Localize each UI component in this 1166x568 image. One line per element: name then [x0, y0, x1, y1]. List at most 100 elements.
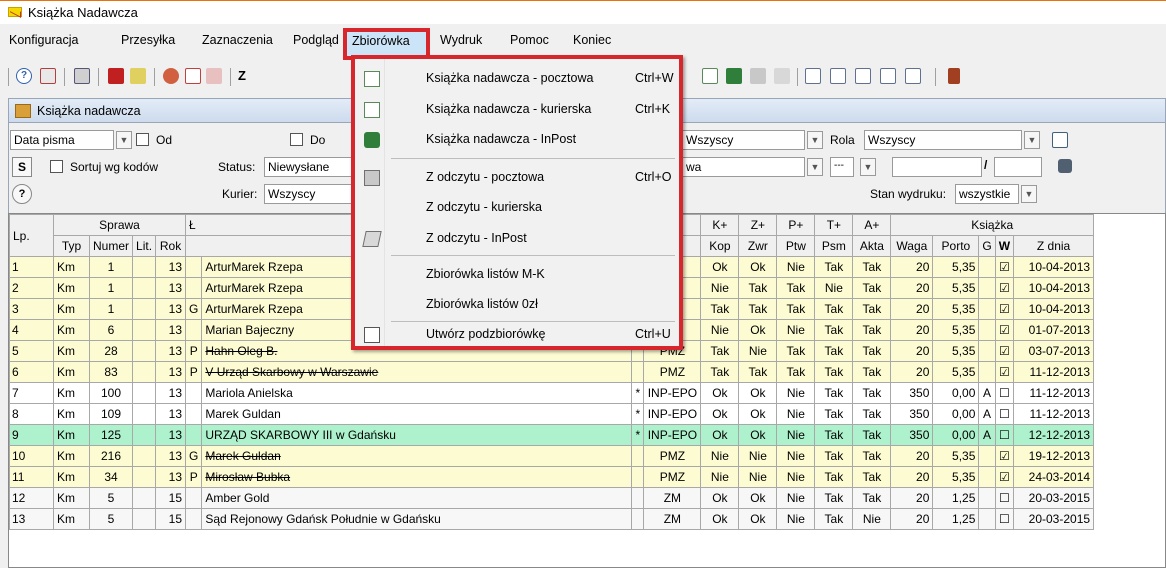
menu-item-zbiorowka-0zl[interactable]: Zbiorówka listów 0zł: [355, 290, 679, 320]
tools-icon[interactable]: [74, 68, 90, 84]
filter-icon[interactable]: [1052, 132, 1068, 148]
menu-item-ksiazka-pocztowa[interactable]: Książka nadawcza - pocztowa Ctrl+W: [355, 64, 679, 94]
menu-item-ksiazka-kurierska[interactable]: Książka nadawcza - kurierska Ctrl+K: [355, 95, 679, 125]
header-zwr[interactable]: Zwr: [738, 235, 778, 257]
scan-icon[interactable]: [750, 68, 766, 84]
cell-w[interactable]: ☑: [994, 340, 1015, 362]
book-list-icon[interactable]: [805, 68, 821, 84]
header-lit[interactable]: Lit.: [132, 235, 157, 257]
menu-wydruk[interactable]: Wydruk: [440, 33, 482, 47]
status-select[interactable]: Niewysłane: [264, 157, 354, 177]
header-kop[interactable]: Kop: [700, 235, 740, 257]
header-zplus[interactable]: Z+: [738, 214, 778, 236]
date-type-select[interactable]: Data pisma: [10, 130, 114, 150]
header-ksiazka[interactable]: Książka: [890, 214, 1095, 236]
header-w[interactable]: W: [994, 235, 1015, 257]
sort-z-icon[interactable]: Z: [238, 68, 254, 84]
table-row[interactable]: 12 Km 5 15 Amber Gold ZM Ok Ok Nie Tak Tak 20 1,25 ☐ 2…: [9, 487, 1095, 509]
chevron-down-icon[interactable]: ▼: [860, 158, 876, 176]
wa-select[interactable]: wa: [683, 157, 805, 177]
cell-w[interactable]: ☑: [994, 445, 1015, 467]
cell-w[interactable]: ☐: [994, 403, 1015, 425]
chevron-down-icon[interactable]: ▼: [1024, 131, 1040, 149]
cell-w[interactable]: ☐: [994, 382, 1015, 404]
import-icon[interactable]: [108, 68, 124, 84]
inpost-icon[interactable]: [726, 68, 742, 84]
cell-w[interactable]: ☑: [994, 298, 1015, 320]
globe-icon[interactable]: [163, 68, 179, 84]
hand-icon[interactable]: [130, 68, 146, 84]
help-button[interactable]: ?: [12, 184, 32, 204]
s-button[interactable]: S: [12, 157, 32, 177]
header-g[interactable]: G: [978, 235, 996, 257]
header-tplus[interactable]: T+: [814, 214, 854, 236]
table-row[interactable]: 6 Km 83 13 P V Urząd Skarbowy w Warszawie PMZ T…: [9, 361, 1095, 383]
cell-w[interactable]: ☑: [994, 466, 1015, 488]
chevron-down-icon[interactable]: ▼: [807, 158, 823, 176]
book-list-icon[interactable]: [905, 68, 921, 84]
cell-w[interactable]: ☑: [994, 319, 1015, 341]
book-list-icon[interactable]: [855, 68, 871, 84]
menu-konfiguracja[interactable]: Konfiguracja: [9, 33, 79, 47]
header-numer[interactable]: Numer: [88, 235, 134, 257]
header-kplus[interactable]: K+: [700, 214, 740, 236]
table-row[interactable]: 7 Km 100 13 Mariola Anielska * INP-EPO Ok Ok Nie T…: [9, 382, 1095, 404]
mail-icon[interactable]: [40, 68, 56, 84]
sort-checkbox[interactable]: [50, 160, 63, 173]
table-row[interactable]: 10 Km 216 13 G Marek Guldan PMZ Nie Nie Nie Tak Tak…: [9, 445, 1095, 467]
dots-field[interactable]: ---: [830, 157, 854, 177]
header-waga[interactable]: Waga: [890, 235, 934, 257]
cell-w[interactable]: ☑: [994, 256, 1015, 278]
header-zdnia[interactable]: Z dnia: [1013, 235, 1095, 257]
header-aplus[interactable]: A+: [852, 214, 892, 236]
menu-item-zbiorowka-mk[interactable]: Zbiorówka listów M-K: [355, 260, 679, 290]
header-akta[interactable]: Akta: [852, 235, 892, 257]
table-row[interactable]: 13 Km 5 15 Sąd Rejonowy Gdańsk Południe w Gd…: [9, 508, 1095, 530]
kurier-select[interactable]: Wszyscy: [264, 184, 354, 204]
menu-zaznaczenia[interactable]: Zaznaczenia: [202, 33, 273, 47]
stan-wydruku-select[interactable]: wszystkie: [955, 184, 1019, 204]
book-icon[interactable]: [702, 68, 718, 84]
menu-koniec[interactable]: Koniec: [573, 33, 611, 47]
do-checkbox[interactable]: [290, 133, 303, 146]
menu-item-odczyt-inpost[interactable]: Z odczytu - InPost: [355, 224, 679, 254]
range-to-field[interactable]: [994, 157, 1042, 177]
table-row[interactable]: 8 Km 109 13 Marek Guldan * INP-EPO Ok Ok Nie Tak Ta…: [9, 403, 1095, 425]
help-icon[interactable]: ?: [16, 68, 32, 84]
header-porto[interactable]: Porto: [932, 235, 980, 257]
exit-icon[interactable]: [948, 68, 960, 84]
range-from-field[interactable]: [892, 157, 982, 177]
menu-item-ksiazka-inpost[interactable]: Książka nadawcza - InPost: [355, 125, 679, 155]
header-ptw[interactable]: Ptw: [776, 235, 816, 257]
header-psm[interactable]: Psm: [814, 235, 854, 257]
menu-item-odczyt-pocztowa[interactable]: Z odczytu - pocztowa Ctrl+O: [355, 163, 679, 193]
header-lp[interactable]: Lp.: [9, 214, 54, 257]
cell-w[interactable]: ☐: [994, 487, 1015, 509]
header-typ[interactable]: Typ: [53, 235, 90, 257]
menu-pomoc[interactable]: Pomoc: [510, 33, 549, 47]
header-sprawa[interactable]: Sprawa: [52, 214, 187, 236]
table-row[interactable]: 11 Km 34 13 P Mirosław Bubka PMZ Nie Nie Nie Tak Ta…: [9, 466, 1095, 488]
cell-w[interactable]: ☐: [994, 508, 1015, 530]
chevron-down-icon[interactable]: ▼: [1021, 185, 1037, 203]
read-icon[interactable]: [774, 68, 790, 84]
book-list-icon[interactable]: [880, 68, 896, 84]
delete-doc-icon[interactable]: [185, 68, 201, 84]
menu-przesylka[interactable]: Przesyłka: [121, 33, 175, 47]
book-list-icon[interactable]: [830, 68, 846, 84]
eraser-icon[interactable]: [206, 68, 222, 84]
cell-w[interactable]: ☐: [994, 424, 1015, 446]
menu-item-utworz-podzbiorowke[interactable]: Utwórz podzbiorówkę Ctrl+U: [355, 322, 679, 348]
chevron-down-icon[interactable]: ▼: [807, 131, 823, 149]
wszyscy-select[interactable]: Wszyscy: [683, 130, 805, 150]
od-checkbox[interactable]: [136, 133, 149, 146]
rola-select[interactable]: Wszyscy: [864, 130, 1022, 150]
table-row[interactable]: 9 Km 125 13 URZĄD SKARBOWY III w Gdańsku * INP…: [9, 424, 1095, 446]
cell-w[interactable]: ☑: [994, 361, 1015, 383]
cell-w[interactable]: ☑: [994, 277, 1015, 299]
menu-item-odczyt-kurierska[interactable]: Z odczytu - kurierska: [355, 193, 679, 223]
binoculars-icon[interactable]: [1058, 159, 1072, 173]
header-pplus[interactable]: P+: [776, 214, 816, 236]
menu-podglad[interactable]: Podgląd: [293, 33, 339, 47]
header-rok[interactable]: Rok: [155, 235, 187, 257]
